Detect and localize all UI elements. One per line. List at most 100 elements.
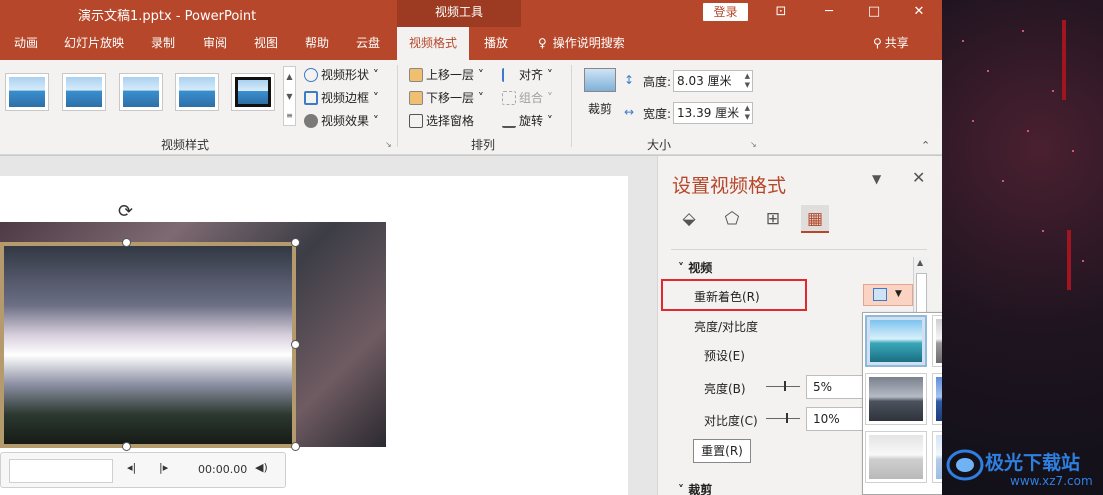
tab-review[interactable]: 审阅 (203, 27, 227, 60)
effects-pentagon-icon[interactable]: ⬠ (718, 205, 746, 233)
bring-forward-button[interactable]: 上移一层 ˅ (409, 66, 484, 83)
video-style-thumb[interactable] (119, 73, 163, 111)
document-title: 演示文稿1.pptx - PowerPoint (78, 9, 257, 24)
crop-label[interactable]: 裁剪 (588, 100, 612, 117)
video-style-thumb[interactable] (175, 73, 219, 111)
rotate-handle-icon[interactable]: ⟳ (118, 201, 133, 222)
video-style-preview (123, 77, 159, 107)
context-tab-video-tools: 视频工具 (397, 0, 521, 27)
ribbon-tab-bar: 动画 幻灯片放映 录制 审阅 视图 帮助 云盘 视频格式 播放 ♀ 操作说明搜索 … (0, 27, 942, 60)
presets-label[interactable]: 预设(E) (704, 347, 745, 364)
login-button[interactable]: 登录 (703, 3, 748, 21)
video-icon[interactable]: ▦ (801, 205, 829, 233)
crop-icon[interactable] (584, 68, 616, 92)
video-content[interactable] (0, 242, 296, 448)
group-button[interactable]: 组合 ˅ (502, 89, 553, 106)
tab-playback[interactable]: 播放 (484, 27, 508, 60)
selection-pane-button[interactable]: 选择窗格 (409, 112, 474, 129)
reset-button[interactable]: 重置(R) (693, 439, 751, 463)
tell-me-search[interactable]: ♀ 操作说明搜索 (538, 27, 625, 60)
step-back-icon[interactable]: ◂| (127, 461, 136, 474)
maximize-icon[interactable]: □ (864, 2, 884, 22)
resize-handle[interactable] (291, 442, 300, 451)
step-forward-icon[interactable]: |▸ (159, 461, 168, 474)
spinner-icon[interactable]: ▲ ▼ (745, 104, 750, 122)
tab-view[interactable]: 视图 (254, 27, 278, 60)
tab-help[interactable]: 帮助 (305, 27, 329, 60)
contrast-field[interactable]: 10% (806, 407, 866, 431)
gallery-scroll[interactable]: ▲ ▼ ≡ (283, 66, 296, 126)
pane-close-icon[interactable]: ✕ (912, 168, 925, 187)
minimize-icon[interactable]: ─ (819, 2, 839, 22)
video-border-label: 视频边框 (321, 91, 370, 105)
gallery-more-icon[interactable]: ≡ (284, 106, 295, 125)
resize-handle[interactable] (122, 238, 131, 247)
brightness-slider[interactable] (766, 386, 800, 387)
send-backward-label: 下移一层 (426, 91, 475, 105)
border-icon (304, 91, 318, 105)
size-properties-icon[interactable]: ⊞ (759, 205, 787, 233)
width-value: 13.39 厘米 (677, 106, 740, 120)
video-effects-label: 视频效果 (321, 114, 370, 128)
align-icon (502, 68, 516, 82)
watermark-name: 极光下载站 (985, 452, 1081, 474)
volume-icon[interactable]: ◀) (255, 461, 268, 474)
height-value: 8.03 厘米 (677, 74, 732, 88)
recolor-dropdown[interactable]: ▼ (863, 284, 913, 306)
section-toggle-crop[interactable]: ˅ 裁剪 (678, 481, 712, 495)
tab-record[interactable]: 录制 (151, 27, 175, 60)
group-label-video-styles: 视频样式 (161, 138, 210, 152)
send-backward-icon (409, 91, 423, 105)
recolor-option[interactable] (865, 431, 927, 483)
dialog-launcher-icon[interactable]: ↘ (385, 140, 392, 149)
ribbon-display-icon[interactable]: ⊡ (771, 2, 791, 22)
resize-handle[interactable] (122, 442, 131, 451)
pane-options-icon[interactable]: ▼ (872, 172, 881, 186)
spinner-icon[interactable]: ▲ ▼ (745, 72, 750, 90)
video-style-thumb[interactable] (231, 73, 275, 111)
scroll-up-icon[interactable]: ▲ (917, 258, 923, 267)
close-icon[interactable]: ✕ (909, 2, 929, 22)
swatch-preview (869, 435, 923, 479)
fill-line-icon[interactable]: ⬙ (675, 205, 703, 233)
video-shape-button[interactable]: 视频形状 ˅ (304, 66, 379, 83)
send-backward-button[interactable]: 下移一层 ˅ (409, 89, 484, 106)
tab-video-format[interactable]: 视频格式 (397, 27, 470, 60)
recolor-option[interactable] (865, 373, 927, 425)
video-style-thumb[interactable] (62, 73, 106, 111)
align-label: 对齐 (519, 68, 544, 82)
dialog-launcher-icon[interactable]: ↘ (750, 140, 757, 149)
rotate-button[interactable]: 旋转 ˅ (502, 112, 553, 129)
chevron-down-icon: ˅ (678, 483, 689, 495)
section-toggle-video[interactable]: ˅ 视频 (678, 259, 712, 276)
tab-animation[interactable]: 动画 (14, 27, 38, 60)
video-border-button[interactable]: 视频边框 ˅ (304, 89, 379, 106)
brightness-slider-knob[interactable] (784, 381, 786, 391)
tab-cloud[interactable]: 云盘 (356, 27, 380, 60)
width-field[interactable]: 13.39 厘米 ▲ ▼ (673, 102, 753, 124)
scroll-up-icon[interactable]: ▲ (284, 67, 295, 87)
media-progress-bar[interactable] (9, 459, 113, 483)
contrast-slider-knob[interactable] (786, 413, 788, 423)
brightness-field[interactable]: 5% (806, 375, 866, 399)
resize-handle[interactable] (291, 340, 300, 349)
scroll-down-icon[interactable]: ▼ (284, 87, 295, 106)
align-button[interactable]: 对齐 ˅ (502, 66, 553, 83)
selection-pane-icon (409, 114, 423, 128)
title-bar: 演示文稿1.pptx - PowerPoint 视频工具 登录 ⊡ ─ □ ✕ (0, 0, 942, 27)
collapse-ribbon-icon[interactable]: ⌃ (921, 139, 930, 152)
bring-forward-icon (409, 68, 423, 82)
dropdown-arrow-icon: ▼ (895, 289, 902, 299)
contrast-slider[interactable] (766, 418, 800, 419)
group-label-arrange: 排列 (471, 138, 496, 152)
resize-handle[interactable] (291, 238, 300, 247)
video-style-thumb[interactable] (5, 73, 49, 111)
recolor-option-none[interactable] (865, 315, 927, 367)
video-effects-button[interactable]: 视频效果 ˅ (304, 112, 379, 129)
tab-slideshow[interactable]: 幻灯片放映 (64, 27, 124, 60)
height-field[interactable]: 8.03 厘米 ▲ ▼ (673, 70, 753, 92)
brightness-contrast-label: 亮度/对比度 (694, 320, 759, 334)
selection-pane-label: 选择窗格 (426, 114, 475, 128)
share-button[interactable]: ⚲ 共享 (873, 27, 909, 60)
picture-icon (873, 288, 887, 301)
